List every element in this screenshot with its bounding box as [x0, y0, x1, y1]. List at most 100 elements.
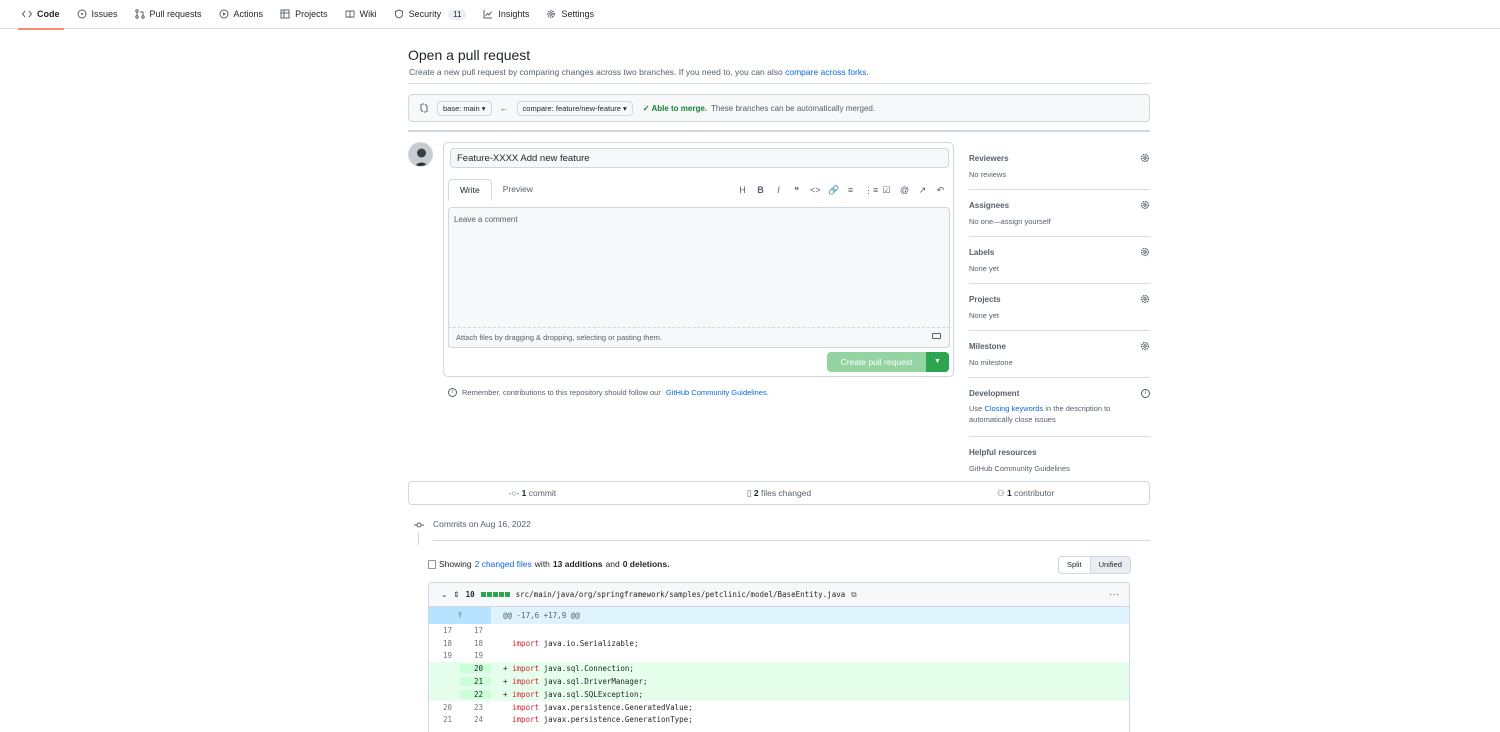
italic-icon[interactable]: I	[774, 185, 783, 196]
tab-actions[interactable]: Actions	[219, 0, 263, 29]
diff-keyword: import	[512, 638, 540, 648]
labels-section[interactable]: Labels None yet	[969, 237, 1150, 284]
helpful-heading: Helpful resources	[969, 448, 1037, 457]
tab-preview[interactable]: Preview	[492, 179, 544, 201]
gear-icon[interactable]	[1140, 341, 1150, 351]
community-guidelines-link[interactable]: GitHub Community Guidelines.	[666, 388, 769, 397]
assignees-section[interactable]: Assignees No one—assign yourself	[969, 190, 1150, 237]
new-line-number[interactable]: 23	[460, 703, 491, 712]
mention-icon[interactable]: @	[900, 185, 909, 196]
compare-branch-select[interactable]: compare: feature/new-feature ▾	[516, 100, 633, 116]
projects-section[interactable]: Projects None yet	[969, 284, 1150, 331]
contributors-summary[interactable]: ⚇ 1 contributor	[902, 488, 1149, 499]
diff-line-added: 21 + import java.sql.DriverManager;	[429, 675, 1129, 688]
helpful-resources-section: Helpful resources GitHub Community Guide…	[969, 437, 1150, 473]
tab-projects[interactable]: Projects	[280, 0, 328, 29]
compare-forks-link[interactable]: compare across forks.	[785, 67, 869, 77]
assignees-heading: Assignees	[969, 201, 1010, 210]
tab-insights[interactable]: Insights	[483, 0, 529, 29]
gear-icon[interactable]	[1140, 200, 1150, 210]
unordered-list-icon[interactable]: ≡	[846, 185, 855, 196]
gear-icon[interactable]	[1140, 247, 1150, 257]
new-line-number[interactable]: 18	[460, 639, 491, 648]
new-line-number[interactable]: 19	[460, 651, 491, 660]
tab-issues[interactable]: Issues	[77, 0, 118, 29]
attach-files-bar[interactable]: Attach files by dragging & dropping, sel…	[448, 327, 950, 348]
old-line-number[interactable]: 17	[429, 626, 460, 635]
reference-icon[interactable]: ↗	[918, 185, 927, 196]
tab-settings[interactable]: Settings	[546, 0, 594, 29]
diff-file-header: ⌄ ⇕ 10 src/main/java/org/springframework…	[429, 583, 1129, 607]
diff-text: javax.persistence.GenerationType;	[539, 715, 693, 725]
diff-file-path[interactable]: src/main/java/org/springframework/sample…	[516, 590, 846, 599]
task-list-icon[interactable]: ☑	[882, 185, 891, 196]
divider	[408, 130, 1150, 132]
hunk-header: ⤒ @@ -17,6 +17,9 @@	[429, 607, 1129, 624]
diff-code: import javax.persistence.GenerationType;	[491, 715, 693, 724]
avatar-image	[409, 143, 432, 166]
commit-icon: -○-	[508, 488, 522, 498]
changed-files-link[interactable]: 2 changed files	[475, 559, 532, 569]
old-line-number[interactable]: 19	[429, 651, 460, 660]
table-icon	[280, 9, 290, 19]
base-branch-select[interactable]: base: main ▾	[437, 100, 492, 116]
contributors-label: contributor	[1014, 487, 1055, 498]
split-button[interactable]: Split	[1059, 557, 1090, 573]
old-line-number[interactable]: 21	[429, 715, 460, 724]
timeline-line	[418, 532, 419, 545]
kebab-menu-icon[interactable]: ···	[1109, 589, 1119, 600]
undo-icon[interactable]: ↶	[936, 185, 945, 196]
comment-textarea[interactable]: Leave a comment	[448, 207, 950, 347]
security-count-badge: 11	[448, 8, 467, 20]
remember-text: Remember, contributions to this reposito…	[462, 388, 661, 397]
collapse-chevron-icon[interactable]: ⌄	[441, 590, 447, 599]
unified-button[interactable]: Unified	[1089, 557, 1130, 573]
diff-keyword: import	[512, 664, 540, 674]
heading-icon[interactable]: H	[738, 185, 747, 196]
info-icon[interactable]: i	[1141, 389, 1150, 398]
old-line-number[interactable]: 20	[429, 703, 460, 712]
diff-line-context: 21 24 import javax.persistence.Generation…	[429, 714, 1129, 727]
commits-count: 1	[521, 488, 527, 498]
link-icon[interactable]: 🔗	[828, 185, 839, 196]
commits-summary[interactable]: -○- 1 commit	[409, 488, 656, 498]
create-options-dropdown[interactable]: ▼	[926, 352, 949, 372]
new-line-number[interactable]: 24	[460, 715, 491, 724]
diff-sign	[503, 703, 508, 712]
diff-text: java.sql.DriverManager;	[539, 677, 648, 687]
pr-title-input[interactable]	[450, 148, 949, 168]
gear-icon[interactable]	[1140, 294, 1150, 304]
old-line-number[interactable]: 18	[429, 639, 460, 648]
quote-icon[interactable]: ❝	[792, 185, 801, 196]
tab-code[interactable]: Code	[18, 0, 63, 30]
expand-all-icon[interactable]: ⇕	[453, 590, 459, 599]
reviewers-section[interactable]: Reviewers No reviews	[969, 147, 1150, 190]
tab-label: Settings	[561, 9, 594, 19]
tab-wiki[interactable]: Wiki	[345, 0, 377, 29]
diff-code	[491, 626, 512, 635]
diff-text: java.io.Serializable;	[539, 638, 639, 648]
files-summary[interactable]: ▯ 2 files changed	[656, 488, 903, 499]
tab-security[interactable]: Security 11	[394, 0, 467, 29]
tab-write[interactable]: Write	[448, 179, 492, 201]
create-pull-request-button[interactable]: Create pull request	[827, 352, 926, 372]
milestone-value: No milestone	[969, 358, 1013, 367]
new-line-number[interactable]: 17	[460, 626, 491, 635]
new-line-number[interactable]: 21	[460, 677, 491, 687]
new-line-number[interactable]: 22	[460, 689, 491, 699]
gear-icon[interactable]	[1140, 153, 1150, 163]
copy-icon[interactable]: ⧉	[851, 590, 856, 600]
new-line-number[interactable]: 20	[460, 664, 491, 674]
avatar[interactable]	[408, 142, 433, 167]
milestone-section[interactable]: Milestone No milestone	[969, 331, 1150, 378]
helpful-guidelines-link[interactable]: GitHub Community Guidelines	[969, 464, 1150, 473]
tab-pull-requests[interactable]: Pull requests	[134, 0, 202, 29]
ordered-list-icon[interactable]: ⋮≡	[864, 185, 878, 196]
expand-up-icon[interactable]: ⤒	[429, 607, 491, 624]
closing-keywords-link[interactable]: Closing keywords	[984, 404, 1043, 413]
code-icon[interactable]: <>	[810, 185, 821, 196]
diff-line-added: 20 + import java.sql.Connection;	[429, 662, 1129, 676]
pull-request-icon	[134, 9, 145, 19]
files-count: 2	[753, 487, 759, 498]
bold-icon[interactable]: B	[756, 185, 765, 196]
